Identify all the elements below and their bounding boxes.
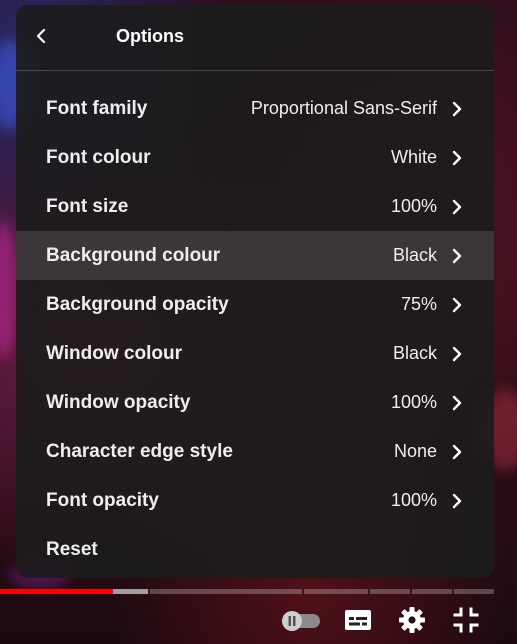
chapter-marker bbox=[302, 589, 304, 594]
option-label: Font family bbox=[46, 97, 148, 119]
gear-icon bbox=[399, 607, 425, 633]
option-row-reset[interactable]: Reset bbox=[16, 525, 494, 574]
autoplay-toggle[interactable] bbox=[280, 604, 322, 636]
chevron-right-icon bbox=[452, 150, 462, 166]
row-chevron bbox=[448, 148, 466, 168]
row-chevron bbox=[448, 246, 466, 266]
option-row-background-opacity[interactable]: Background opacity 75% bbox=[16, 280, 494, 329]
options-list: Font family Proportional Sans-Serif Font c… bbox=[16, 84, 494, 574]
chevron-right-icon bbox=[452, 493, 462, 509]
option-row-font-opacity[interactable]: Font opacity 100% bbox=[16, 476, 494, 525]
chapter-marker bbox=[452, 589, 454, 594]
chevron-right-icon bbox=[452, 297, 462, 313]
option-label: Background opacity bbox=[46, 293, 229, 315]
option-row-background-colour[interactable]: Background colour Black bbox=[16, 231, 494, 280]
chevron-right-icon bbox=[452, 444, 462, 460]
option-label: Reset bbox=[46, 538, 98, 560]
option-value: Black bbox=[392, 245, 437, 265]
option-label: Font size bbox=[46, 195, 129, 217]
panel-title: Options bbox=[116, 26, 184, 46]
captions-options-panel: Options Font family Proportional Sans-Ser… bbox=[16, 5, 494, 578]
row-chevron bbox=[448, 197, 466, 217]
chapter-marker bbox=[410, 589, 412, 594]
option-value: 100% bbox=[390, 196, 437, 216]
option-label: Window colour bbox=[46, 342, 182, 364]
progress-bar[interactable] bbox=[0, 589, 494, 594]
option-label: Font opacity bbox=[46, 489, 159, 511]
option-value: Proportional Sans-Serif bbox=[250, 98, 437, 118]
option-value: 75% bbox=[400, 294, 437, 314]
chapter-marker bbox=[148, 589, 150, 594]
exit-fullscreen-button[interactable] bbox=[450, 604, 482, 636]
option-value: White bbox=[390, 147, 437, 167]
video-player[interactable]: Options Font family Proportional Sans-Ser… bbox=[0, 0, 517, 644]
option-value: 100% bbox=[390, 490, 437, 510]
option-label: Font colour bbox=[46, 146, 151, 168]
option-row-font-colour[interactable]: Font colour White bbox=[16, 133, 494, 182]
chapter-marker bbox=[368, 589, 370, 594]
row-chevron bbox=[448, 491, 466, 511]
option-label: Character edge style bbox=[46, 440, 233, 462]
row-chevron bbox=[448, 344, 466, 364]
pause-toggle-icon bbox=[282, 611, 320, 631]
option-row-character-edge-style[interactable]: Character edge style None bbox=[16, 427, 494, 476]
row-chevron bbox=[448, 99, 466, 119]
option-row-window-colour[interactable]: Window colour Black bbox=[16, 329, 494, 378]
settings-button[interactable] bbox=[396, 604, 428, 636]
chevron-right-icon bbox=[452, 101, 462, 117]
progress-played bbox=[0, 589, 113, 594]
option-value: None bbox=[393, 441, 437, 461]
option-label: Window opacity bbox=[46, 391, 191, 413]
subtitles-icon bbox=[345, 610, 371, 630]
option-row-window-opacity[interactable]: Window opacity 100% bbox=[16, 378, 494, 427]
option-value: 100% bbox=[390, 392, 437, 412]
option-row-font-family[interactable]: Font family Proportional Sans-Serif bbox=[16, 84, 494, 133]
chevron-right-icon bbox=[452, 346, 462, 362]
row-chevron bbox=[448, 393, 466, 413]
panel-header: Options bbox=[16, 5, 494, 71]
option-label: Background colour bbox=[46, 244, 221, 266]
chevron-right-icon bbox=[452, 395, 462, 411]
exit-fullscreen-icon bbox=[453, 607, 479, 633]
option-value: Black bbox=[392, 343, 437, 363]
chevron-right-icon bbox=[452, 199, 462, 215]
row-chevron bbox=[448, 295, 466, 315]
row-chevron bbox=[448, 442, 466, 462]
chevron-left-icon bbox=[36, 28, 46, 44]
chevron-right-icon bbox=[452, 248, 462, 264]
back-button[interactable] bbox=[30, 25, 52, 47]
option-row-font-size[interactable]: Font size 100% bbox=[16, 182, 494, 231]
subtitles-button[interactable] bbox=[342, 604, 374, 636]
